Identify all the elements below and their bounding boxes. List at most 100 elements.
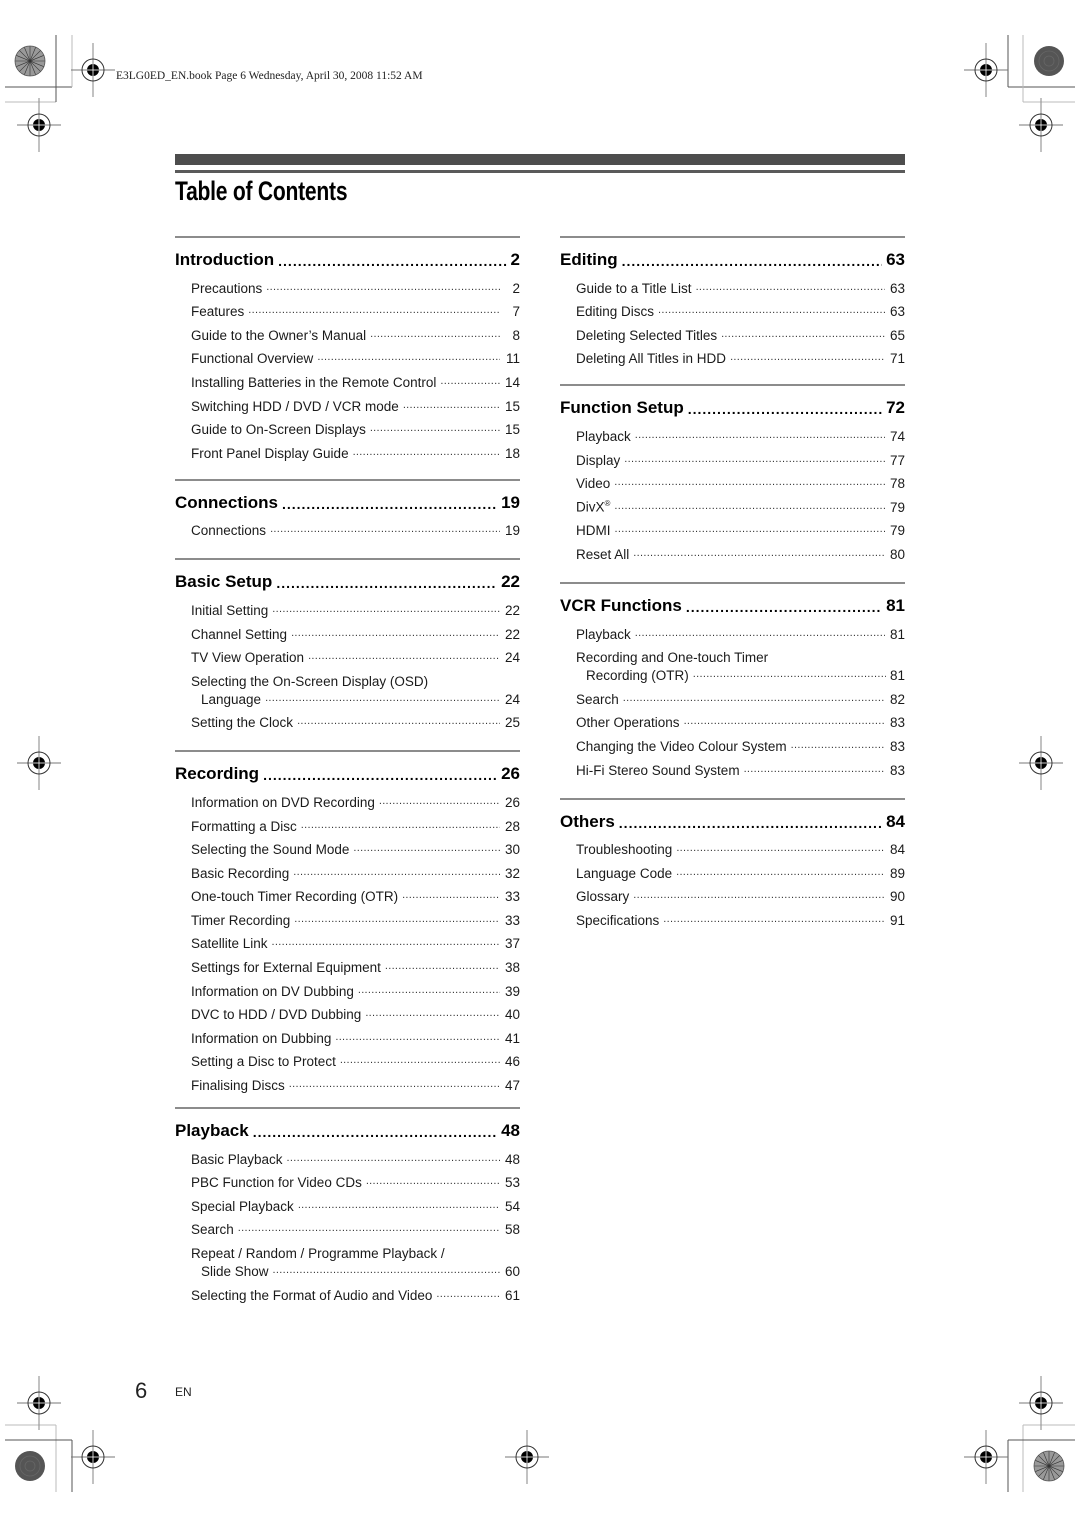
dot-leader [353, 843, 500, 857]
toc-entry[interactable]: Satellite Link 37 [175, 928, 520, 951]
toc-entry[interactable]: DVC to HDD / DVD Dubbing 40 [175, 999, 520, 1022]
toc-entry[interactable]: Playback 81 [560, 618, 905, 642]
toc-entry[interactable]: Selecting the Sound Mode 30 [175, 834, 520, 858]
toc-entry[interactable]: Formatting a Disc 28 [175, 810, 520, 834]
entry-title: Selecting the Format of Audio and Video [191, 1288, 432, 1303]
toc-entry[interactable]: Settings for External Equipment 38 [175, 951, 520, 975]
toc-entry[interactable]: Hi-Fi Stereo Sound System 83 [560, 754, 905, 778]
toc-entry[interactable]: TV View Operation 24 [175, 642, 520, 665]
toc-entry[interactable]: Precautions 2 [175, 272, 520, 296]
section-title: Playback [175, 1121, 249, 1141]
section-heading[interactable]: Playback 48 [175, 1109, 520, 1141]
entry-title-text: Selecting the Sound Mode [191, 842, 350, 858]
entry-title: Initial Setting [191, 603, 268, 618]
toc-entry[interactable]: Initial Setting 22 [175, 594, 520, 618]
toc-entry[interactable]: Installing Batteries in the Remote Contr… [175, 366, 520, 390]
toc-entry[interactable]: Reset All 80 [560, 538, 905, 562]
toc-entry[interactable]: Other Operations 83 [560, 707, 905, 730]
toc-entry[interactable]: Selecting the Format of Audio and Video 6… [175, 1279, 520, 1303]
toc-entry[interactable]: Front Panel Display Guide 18 [175, 437, 520, 461]
crosshair-icon [70, 42, 116, 98]
toc-entry[interactable]: DivX® 79 [560, 491, 905, 515]
entry-title: Changing the Video Colour System [576, 739, 787, 754]
toc-entry[interactable]: Selecting the On-Screen Display (OSD) Lan… [175, 665, 520, 707]
toc-entry[interactable]: Finalising Discs 47 [175, 1069, 520, 1093]
toc-entry[interactable]: Connections 19 [175, 515, 520, 538]
toc-entry[interactable]: Deleting Selected Titles 65 [560, 319, 905, 343]
toc-entry[interactable]: Switching HDD / DVD / VCR mode 15 [175, 390, 520, 414]
entry-page: 24 [504, 691, 520, 707]
entry-title: Recording and One-touch Timer [576, 650, 769, 666]
dot-leader [721, 329, 885, 343]
section-page: 84 [886, 811, 905, 831]
toc-entry[interactable]: One-touch Timer Recording (OTR) 33 [175, 881, 520, 904]
toc-entry[interactable]: Search 82 [560, 683, 905, 707]
toc-entry[interactable]: Guide to the Owner’s Manual 8 [175, 319, 520, 343]
entry-page: 89 [889, 865, 905, 881]
entry-page: 22 [504, 602, 520, 618]
toc-entry[interactable]: Display 77 [560, 444, 905, 468]
entry-page: 61 [504, 1287, 520, 1303]
toc-entry[interactable]: Functional Overview 11 [175, 343, 520, 366]
section-heading[interactable]: Connections 19 [175, 481, 520, 513]
toc-entry[interactable]: Playback 74 [560, 420, 905, 444]
toc-entry[interactable]: Repeat / Random / Programme Playback / Sl… [175, 1237, 520, 1279]
toc-entry[interactable]: Guide to On-Screen Displays 15 [175, 414, 520, 437]
dot-leader [278, 254, 506, 270]
dot-leader [615, 524, 886, 538]
toc-entry[interactable]: Recording and One-touch Timer Recording (… [560, 642, 905, 683]
entry-title-text: Troubleshooting [576, 842, 673, 858]
section-heading[interactable]: Editing 63 [560, 238, 905, 270]
section-heading[interactable]: VCR Functions 81 [560, 584, 905, 616]
entry-title: Language Code [576, 866, 672, 881]
entry-title-continued: Slide Show [201, 1264, 269, 1279]
toc-entry[interactable]: Channel Setting 22 [175, 618, 520, 642]
toc-entry[interactable]: Timer Recording 33 [175, 904, 520, 928]
title-bar-thin [175, 170, 905, 173]
toc-entry[interactable]: Information on DVD Recording 26 [175, 786, 520, 810]
toc-entry[interactable]: Deleting All Titles in HDD 71 [560, 343, 905, 366]
section-heading[interactable]: Introduction 2 [175, 238, 520, 270]
crosshair-icon [1018, 1375, 1064, 1431]
toc-entry[interactable]: Information on Dubbing 41 [175, 1022, 520, 1046]
entry-title: Guide to a Title List [576, 281, 692, 296]
toc-entry[interactable]: Information on DV Dubbing 39 [175, 975, 520, 999]
entry-title: Functional Overview [191, 351, 313, 366]
toc-entry[interactable]: Setting the Clock 25 [175, 707, 520, 730]
section-page: 63 [886, 250, 905, 269]
dot-leader [272, 937, 500, 951]
entry-title: DVC to HDD / DVD Dubbing [191, 1007, 361, 1022]
entry-title-text: Glossary [576, 889, 630, 905]
entry-title-text: Editing Discs [576, 304, 655, 320]
dot-leader [402, 890, 500, 904]
entry-page: 79 [889, 499, 905, 515]
toc-entry[interactable]: Troubleshooting 84 [560, 834, 905, 858]
section-heading[interactable]: Recording 26 [175, 752, 520, 784]
toc-entry[interactable]: Changing the Video Colour System 83 [560, 730, 905, 754]
section-heading[interactable]: Function Setup 72 [560, 386, 905, 418]
toc-entry[interactable]: Guide to a Title List 63 [560, 272, 905, 296]
toc-entry[interactable]: Specifications 91 [560, 904, 905, 928]
dot-leader [622, 254, 882, 270]
dot-leader [696, 282, 885, 296]
toc-entry[interactable]: Search 58 [175, 1214, 520, 1237]
section-title: Introduction [175, 250, 275, 269]
toc-entry[interactable]: HDMI 79 [560, 515, 905, 538]
entry-title-text: Reset All [576, 546, 630, 562]
section-heading[interactable]: Basic Setup 22 [175, 560, 520, 592]
entry-title: Deleting Selected Titles [576, 328, 717, 343]
toc-entry[interactable]: Language Code 89 [560, 857, 905, 881]
section-heading[interactable]: Others 84 [560, 800, 905, 832]
toc-entry[interactable]: Basic Recording 32 [175, 857, 520, 881]
entry-page: 78 [889, 476, 905, 492]
toc-entry[interactable]: PBC Function for Video CDs 53 [175, 1167, 520, 1190]
toc-entry[interactable]: Video 78 [560, 468, 905, 492]
toc-entry[interactable]: Editing Discs 63 [560, 296, 905, 320]
toc-entry[interactable]: Features 7 [175, 296, 520, 319]
toc-section: Playback48Basic Playback48PBC Function f… [175, 1107, 520, 1303]
toc-entry[interactable]: Setting a Disc to Protect 46 [175, 1046, 520, 1069]
toc-entry[interactable]: Special Playback 54 [175, 1190, 520, 1214]
toc-entry[interactable]: Basic Playback 48 [175, 1143, 520, 1167]
toc-entry[interactable]: Glossary 90 [560, 881, 905, 905]
dot-leader [238, 1223, 500, 1237]
